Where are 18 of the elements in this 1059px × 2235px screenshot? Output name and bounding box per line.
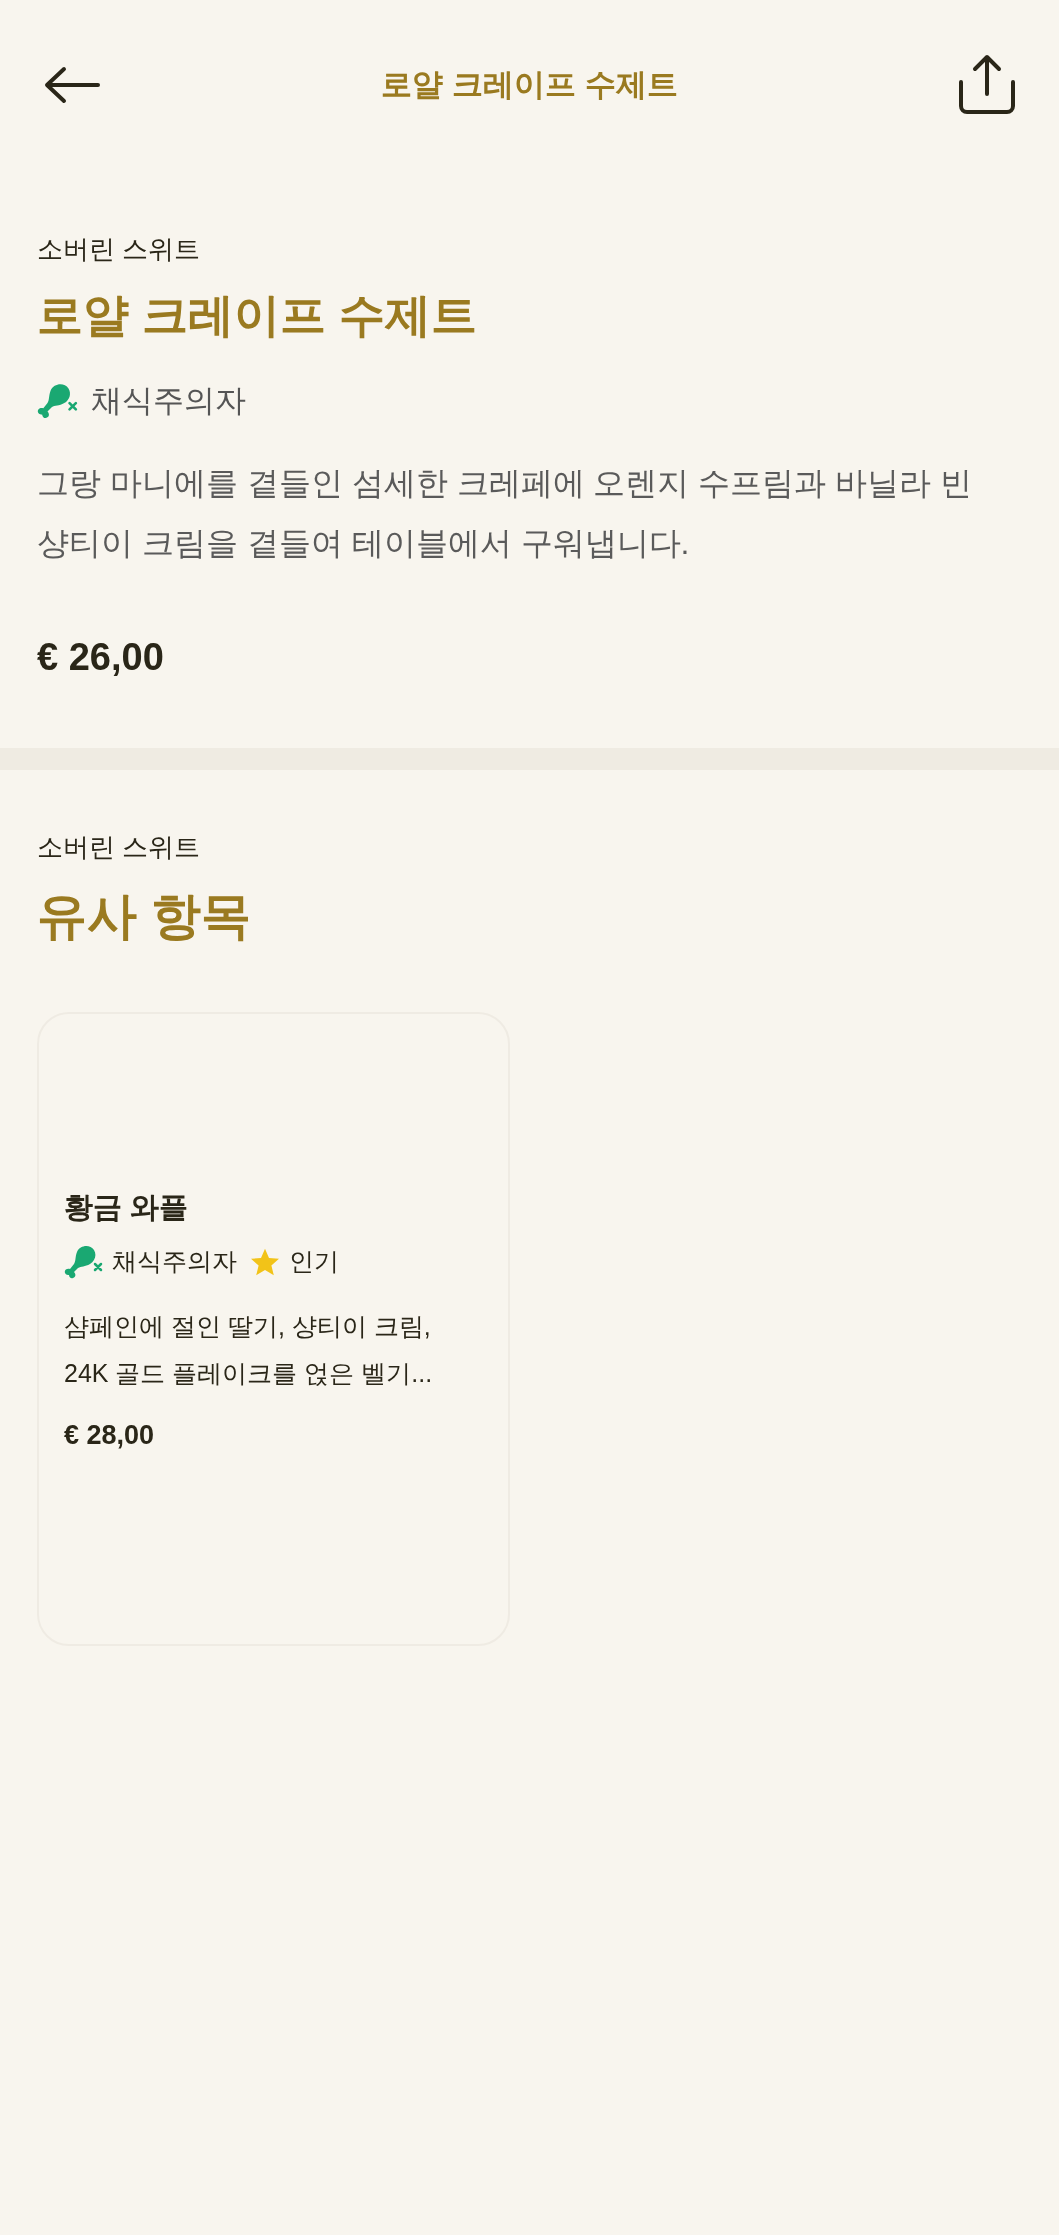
item-description: 그랑 마니에를 곁들인 섬세한 크레페에 오렌지 수프림과 바닐라 빈 샹티이 크림을 곁들여 테이블에서 구워냅니다. bbox=[37, 463, 974, 563]
tag-label: 채식주의자 bbox=[91, 382, 246, 420]
category-label: 소버린 스위트 bbox=[37, 233, 202, 266]
card-title: 황금 와플 bbox=[64, 1189, 190, 1225]
share-icon bbox=[957, 54, 1017, 116]
drumstick-icon bbox=[37, 382, 79, 421]
category-label: 소버린 스위트 bbox=[37, 830, 202, 864]
tag-label: 채식주의자 bbox=[112, 1246, 237, 1277]
page-title: 로얄 크레이프 수제트 bbox=[381, 65, 678, 104]
item-price: € 26,00 bbox=[37, 634, 165, 680]
card-price: € 28,00 bbox=[64, 1418, 156, 1452]
drumstick-icon bbox=[64, 1243, 104, 1280]
item-card[interactable]: 황금 와플 채식주의자 인기 샴페인에 절인 딸기, 샹티이 크림, 24K 골드 플레이크를 얹은 벨기... € 28,00 bbox=[37, 1011, 510, 1646]
card-description: 샴페인에 절인 딸기, 샹티이 크림, 24K 골드 플레이크를 얹은 벨기... bbox=[64, 1310, 434, 1389]
tag-label: 인기 bbox=[289, 1246, 339, 1277]
section-heading: 유사 항목 bbox=[37, 886, 252, 946]
item-title: 로얄 크레이프 수제트 bbox=[37, 288, 478, 343]
back-arrow-icon bbox=[42, 65, 102, 105]
